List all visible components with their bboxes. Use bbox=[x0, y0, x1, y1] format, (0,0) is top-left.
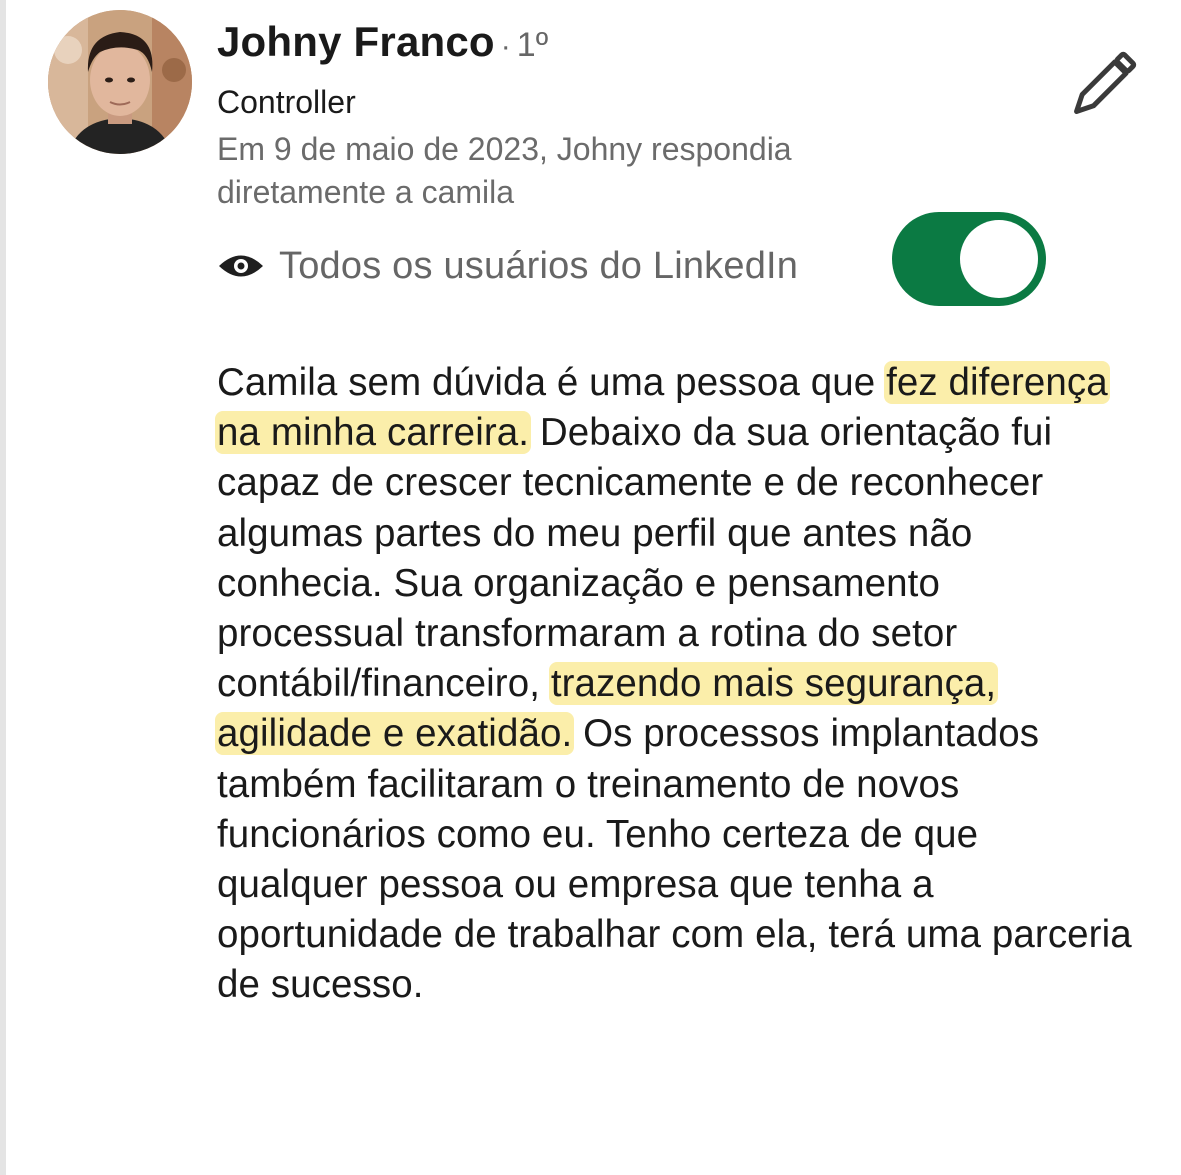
visibility-row: Todos os usuários do LinkedIn bbox=[217, 238, 798, 294]
text-segment: Os processos implantados também facilita… bbox=[217, 712, 1132, 1007]
avatar[interactable] bbox=[48, 10, 192, 154]
visibility-label: Todos os usuários do LinkedIn bbox=[279, 244, 799, 287]
text-segment: Camila sem dúvida é uma pessoa que bbox=[217, 361, 887, 404]
degree-separator: · bbox=[500, 30, 511, 63]
author-name[interactable]: Johny Franco bbox=[217, 18, 495, 66]
author-name-row: Johny Franco · 1º bbox=[217, 18, 548, 78]
relationship-text: Em 9 de maio de 2023, Johny respondia di… bbox=[217, 131, 792, 210]
edit-button[interactable] bbox=[1062, 46, 1142, 126]
visibility-toggle[interactable] bbox=[892, 212, 1046, 306]
toggle-knob bbox=[960, 220, 1038, 298]
pencil-icon bbox=[1074, 51, 1137, 114]
author-headline: Controller bbox=[217, 84, 356, 120]
avatar-image bbox=[48, 10, 192, 154]
connection-degree: 1º bbox=[516, 26, 549, 64]
eye-icon bbox=[219, 255, 263, 277]
panel-edge bbox=[0, 0, 6, 1175]
recommendation-text: Camila sem dúvida é uma pessoa que fez d… bbox=[215, 358, 1137, 1011]
